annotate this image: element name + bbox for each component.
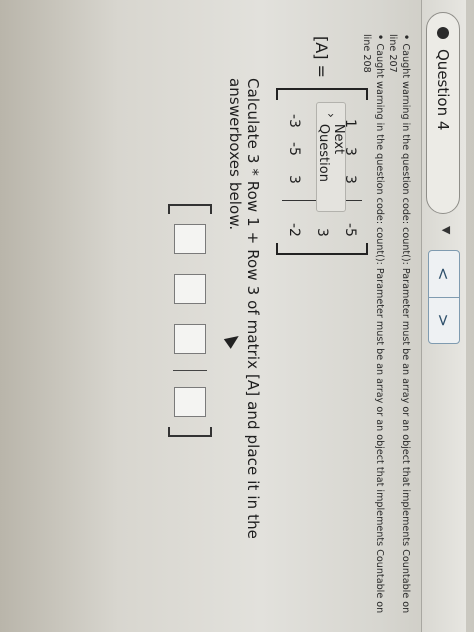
matrix-cell: 3 bbox=[286, 175, 302, 184]
answer-row bbox=[168, 204, 212, 437]
matrix-cell: -2 bbox=[286, 222, 302, 237]
question-header: Question 4 ▼ < > bbox=[421, 0, 466, 632]
left-bracket bbox=[276, 87, 368, 100]
right-bracket bbox=[276, 242, 368, 255]
answer-box[interactable] bbox=[174, 387, 206, 417]
chevron-right-icon: › bbox=[324, 113, 338, 118]
matrix-column: -5 3 -2 bbox=[280, 215, 364, 237]
next-question-arrow-button[interactable]: > bbox=[429, 296, 459, 343]
matrix-cell: 3 bbox=[314, 228, 330, 237]
answer-box[interactable] bbox=[174, 274, 206, 304]
question-nav: < > bbox=[428, 250, 460, 344]
warning-message: Caught warning in the question code: cou… bbox=[386, 34, 412, 624]
answer-left-bracket bbox=[168, 204, 212, 214]
answer-divider bbox=[173, 370, 207, 371]
matrix-cell: -3 bbox=[286, 113, 302, 128]
question-card: Question 4 ▼ < > Caught warning in the q… bbox=[0, 0, 474, 632]
matrix-cell: -5 bbox=[286, 141, 302, 156]
next-question-label: Next Question bbox=[316, 123, 346, 182]
question-page: Question 4 ▼ < > Caught warning in the q… bbox=[0, 0, 474, 632]
matrix-cell: -5 bbox=[342, 222, 358, 237]
answer-right-bracket bbox=[168, 427, 212, 437]
question-selector[interactable]: Question 4 bbox=[426, 12, 460, 214]
answer-box[interactable] bbox=[174, 324, 206, 354]
next-question-button-body[interactable]: › Next Question bbox=[316, 102, 346, 212]
answer-box[interactable] bbox=[174, 224, 206, 254]
matrix-label: [A] = bbox=[312, 36, 332, 78]
dropdown-arrow-icon[interactable]: ▼ bbox=[440, 226, 453, 234]
next-question-button[interactable]: › Next Question bbox=[316, 102, 346, 212]
status-dot-icon bbox=[437, 27, 449, 39]
monitor-screen: Question 4 ▼ < > Caught warning in the q… bbox=[0, 0, 474, 632]
prev-question-button[interactable]: < bbox=[429, 251, 459, 297]
question-title: Question 4 bbox=[434, 49, 452, 131]
